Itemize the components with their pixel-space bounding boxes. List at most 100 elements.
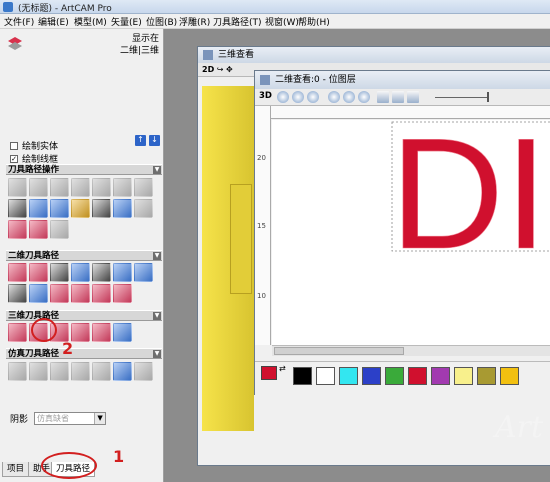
menu-file[interactable]: 文件(F): [4, 15, 34, 28]
menu-window[interactable]: 视窗(W): [265, 15, 299, 28]
simulate-icon[interactable]: [8, 362, 27, 381]
zoom-in-icon[interactable]: [277, 91, 289, 103]
section-2d-toolpaths[interactable]: 二维刀具路径 ▼: [6, 250, 162, 261]
bitmap-toggle-icon[interactable]: [392, 91, 404, 103]
op-tool-icon[interactable]: [8, 199, 27, 218]
drilling-icon[interactable]: [113, 263, 132, 282]
zoom-selection-icon[interactable]: [358, 91, 370, 103]
switch-2d-button[interactable]: 2D: [202, 65, 214, 74]
view-2d-titlebar[interactable]: 二维查看:0 - 位图层: [255, 71, 550, 89]
collapse-icon[interactable]: ▼: [153, 252, 161, 260]
op-tool-icon[interactable]: [29, 220, 48, 239]
op-tool-icon[interactable]: [134, 178, 153, 197]
view-3d-titlebar[interactable]: 三维查看: [198, 47, 550, 63]
op-tool-icon[interactable]: [50, 178, 69, 197]
canvas-text[interactable]: DI: [390, 120, 549, 282]
relief-3d-viewport[interactable]: [202, 86, 254, 431]
color-swatch-white[interactable]: [316, 367, 335, 385]
checkbox-box[interactable]: ✓: [10, 154, 18, 163]
horizontal-scrollbar[interactable]: [272, 345, 550, 356]
machine-vectors-icon[interactable]: [29, 284, 48, 303]
menu-bitmap[interactable]: 位图(B): [146, 15, 177, 28]
op-tool-icon[interactable]: [8, 220, 27, 239]
op-tool-icon[interactable]: [92, 178, 111, 197]
area-clearance-icon[interactable]: [29, 263, 48, 282]
v-bit-carving-icon[interactable]: [50, 263, 69, 282]
simulate-icon[interactable]: [71, 362, 90, 381]
section-simulate-toolpaths[interactable]: 仿真刀具路径 ▼: [6, 348, 162, 359]
op-tool-icon[interactable]: [71, 178, 90, 197]
machine-relief-icon[interactable]: [8, 323, 27, 342]
menu-vector[interactable]: 矢量(E): [111, 15, 142, 28]
scrollbar-thumb[interactable]: [274, 347, 404, 355]
color-swatch-red[interactable]: [408, 367, 427, 385]
color-swatch-cyan[interactable]: [339, 367, 358, 385]
op-tool-icon[interactable]: [8, 178, 27, 197]
op-tool-icon[interactable]: [29, 178, 48, 197]
display-2d-3d-toggle[interactable]: 二维|三维: [120, 45, 159, 57]
wall-icon[interactable]: [113, 284, 132, 303]
shadow-select[interactable]: 仿真缺省 ▼: [34, 412, 107, 425]
move-down-button[interactable]: ↓: [149, 135, 160, 146]
switch-3d-button[interactable]: 3D: [259, 91, 272, 101]
section-toolpath-operations[interactable]: 刀具路径操作 ▼: [6, 164, 162, 175]
op-tool-icon[interactable]: [71, 199, 90, 218]
pencil-machining-icon[interactable]: [71, 323, 90, 342]
menu-toolpath[interactable]: 刀具路径(T): [213, 15, 262, 28]
zoom-out-icon[interactable]: [292, 91, 304, 103]
collapse-icon[interactable]: ▼: [153, 350, 161, 358]
pan-icon[interactable]: ✥: [226, 65, 233, 74]
simulate-icon[interactable]: [50, 362, 69, 381]
bevel-carving-icon[interactable]: [71, 263, 90, 282]
rest-machining-icon[interactable]: [92, 323, 111, 342]
op-tool-icon[interactable]: [92, 199, 111, 218]
simulate-icon[interactable]: [113, 362, 132, 381]
op-tool-icon[interactable]: [29, 199, 48, 218]
color-swatch-black[interactable]: [293, 367, 312, 385]
view-2d-window[interactable]: 二维查看:0 - 位图层 3D 20 15 10 DI ⇄: [254, 70, 550, 396]
menu-model[interactable]: 模型(M): [74, 15, 107, 28]
layer-toggle-icon[interactable]: [377, 91, 389, 103]
menu-help[interactable]: 帮助(H): [298, 15, 330, 28]
op-tool-icon[interactable]: [113, 199, 132, 218]
color-swatch-olive[interactable]: [477, 367, 496, 385]
color-swatch-green[interactable]: [385, 367, 404, 385]
menu-edit[interactable]: 编辑(E): [38, 15, 69, 28]
color-swatch-purple[interactable]: [431, 367, 450, 385]
section-3d-toolpaths[interactable]: 三维刀具路径 ▼: [6, 310, 162, 321]
simulate-icon[interactable]: [134, 362, 153, 381]
collapse-icon[interactable]: ▼: [153, 166, 161, 174]
palette-toggle-icon[interactable]: [407, 91, 419, 103]
profile-toolpath-icon[interactable]: [8, 263, 27, 282]
chevron-down-icon[interactable]: ▼: [94, 413, 106, 424]
menu-relief[interactable]: 浮雕(R): [179, 15, 210, 28]
op-tool-icon[interactable]: [113, 178, 132, 197]
search-toolpath-icon[interactable]: [113, 323, 132, 342]
feature-machining-icon[interactable]: [50, 284, 69, 303]
texture-toolpath-icon[interactable]: [71, 284, 90, 303]
inlay-icon[interactable]: [8, 284, 27, 303]
stepped-icon[interactable]: [92, 284, 111, 303]
color-swatch-blue[interactable]: [362, 367, 381, 385]
collapse-icon[interactable]: ▼: [153, 312, 161, 320]
swap-colors-icon[interactable]: ⇄: [279, 364, 286, 373]
draw-solid-checkbox[interactable]: 绘制实体: [10, 139, 58, 152]
color-swatch-light-yellow[interactable]: [454, 367, 473, 385]
zoom-box-icon[interactable]: [307, 91, 319, 103]
zoom-previous-icon[interactable]: [343, 91, 355, 103]
tab-project[interactable]: 项目: [2, 462, 30, 477]
rotate-icon[interactable]: ↪: [217, 65, 226, 74]
smart-engrave-icon[interactable]: [92, 263, 111, 282]
color-swatch-gold[interactable]: [500, 367, 519, 385]
checkbox-box[interactable]: [10, 141, 18, 150]
blend-slider-handle[interactable]: [487, 92, 489, 102]
drawing-canvas[interactable]: DI: [272, 120, 550, 345]
zoom-fit-icon[interactable]: [328, 91, 340, 103]
op-tool-icon[interactable]: [50, 220, 69, 239]
move-up-button[interactable]: ↑: [135, 135, 146, 146]
simulate-icon[interactable]: [92, 362, 111, 381]
op-tool-icon[interactable]: [50, 199, 69, 218]
blend-slider-track[interactable]: [435, 97, 487, 98]
fluting-icon[interactable]: [134, 263, 153, 282]
op-tool-icon[interactable]: [134, 199, 153, 218]
